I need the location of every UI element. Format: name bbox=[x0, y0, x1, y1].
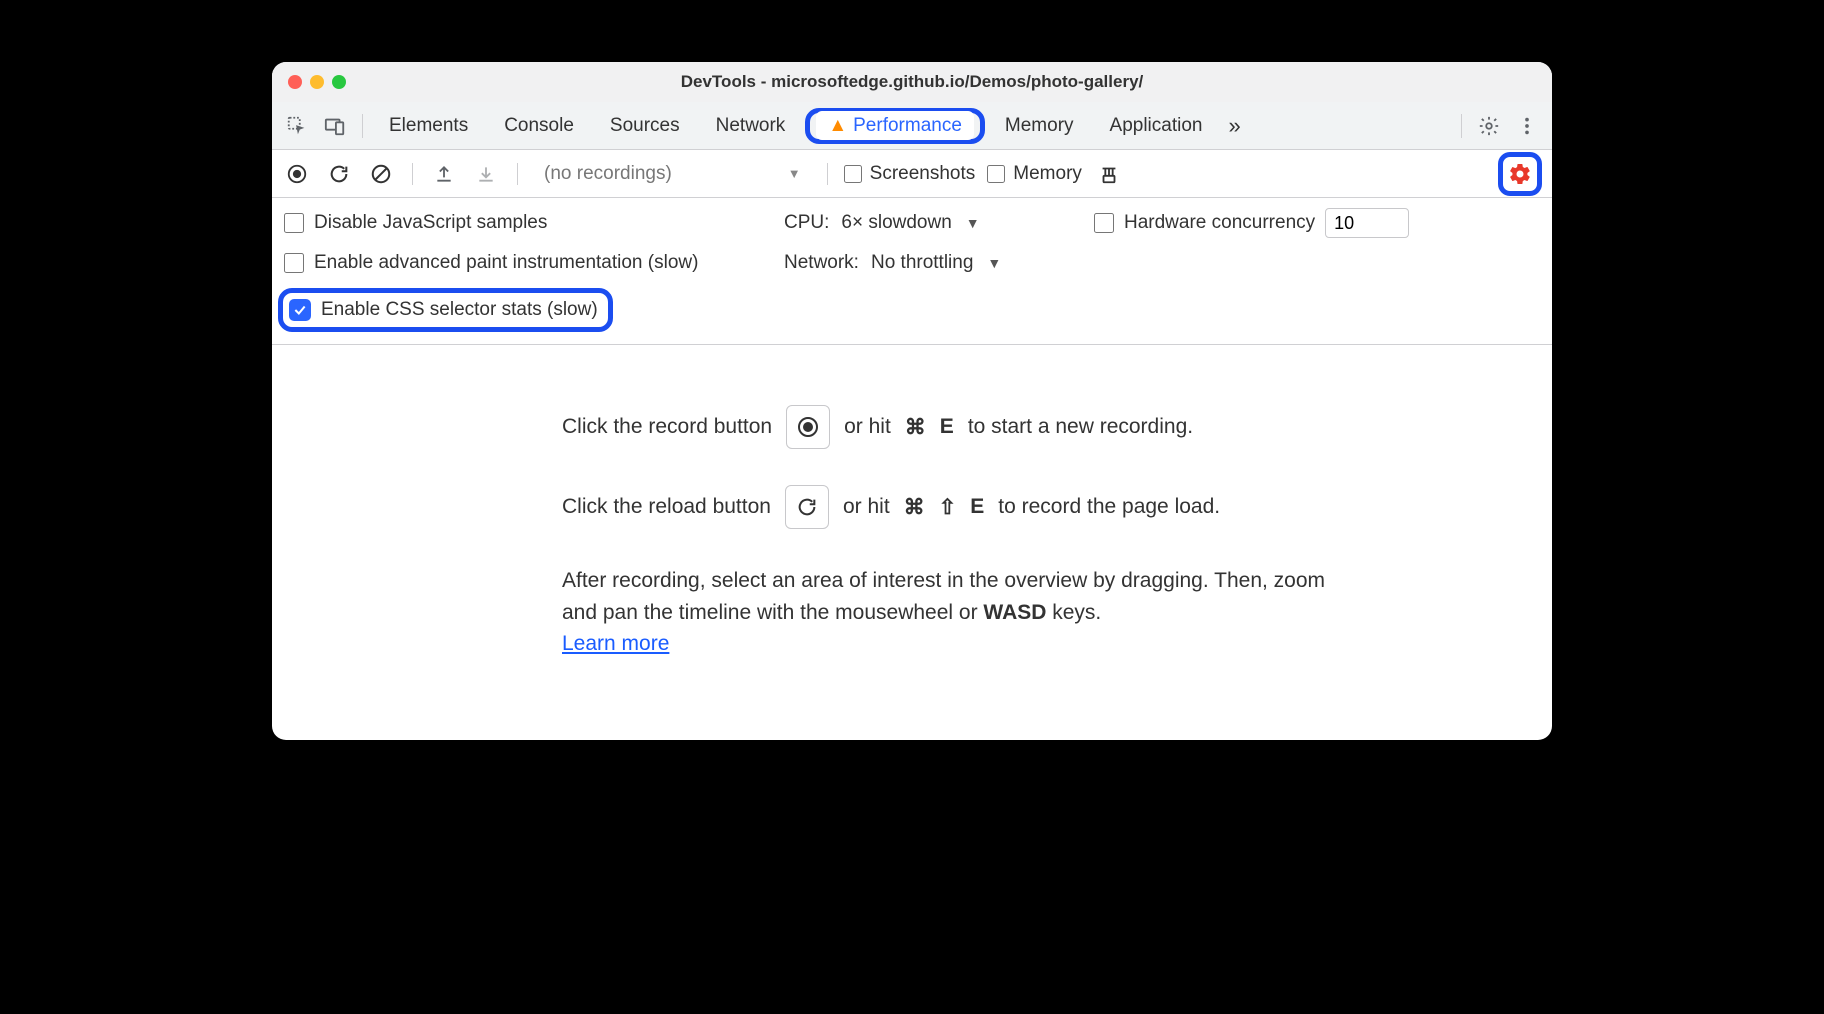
collect-garbage-icon[interactable] bbox=[1094, 159, 1124, 189]
key-e: E bbox=[940, 415, 954, 439]
wasd-bold: WASD bbox=[983, 601, 1046, 624]
landing-text: to record the page load. bbox=[998, 495, 1220, 519]
hw-label: Hardware concurrency bbox=[1124, 212, 1315, 234]
landing-text: Click the record button bbox=[562, 415, 772, 439]
tab-application[interactable]: Application bbox=[1094, 109, 1219, 143]
upload-icon[interactable] bbox=[429, 159, 459, 189]
performance-toolbar: (no recordings) ▼ Screenshots Memory bbox=[272, 150, 1552, 198]
tab-sources[interactable]: Sources bbox=[594, 109, 696, 143]
key-cmd: ⌘ bbox=[905, 415, 926, 440]
key-shift: ⇧ bbox=[939, 495, 957, 520]
settings-icon[interactable] bbox=[1472, 109, 1506, 143]
separator bbox=[827, 163, 828, 185]
landing-text: Click the reload button bbox=[562, 495, 771, 519]
record-button-inline-icon[interactable] bbox=[786, 405, 830, 449]
screenshots-checkbox-input[interactable] bbox=[844, 165, 862, 183]
recordings-placeholder: (no recordings) bbox=[544, 163, 672, 185]
highlight-performance-tab: ▲ Performance bbox=[805, 108, 985, 144]
reload-button-inline-icon[interactable] bbox=[785, 485, 829, 529]
advanced-paint-option[interactable]: Enable advanced paint instrumentation (s… bbox=[284, 252, 784, 274]
learn-more-link[interactable]: Learn more bbox=[562, 632, 669, 655]
tab-network[interactable]: Network bbox=[700, 109, 802, 143]
landing-text: keys. bbox=[1046, 601, 1101, 624]
device-toolbar-icon[interactable] bbox=[318, 109, 352, 143]
landing-paragraph: After recording, select an area of inter… bbox=[562, 565, 1362, 660]
cpu-throttle-select[interactable]: CPU: 6× slowdown ▼ bbox=[784, 208, 1094, 238]
more-menu-icon[interactable] bbox=[1510, 109, 1544, 143]
cpu-value: 6× slowdown bbox=[841, 212, 951, 234]
clear-button[interactable] bbox=[366, 159, 396, 189]
chevron-down-icon: ▼ bbox=[966, 215, 980, 231]
titlebar: DevTools - microsoftedge.github.io/Demos… bbox=[272, 62, 1552, 102]
window-title: DevTools - microsoftedge.github.io/Demos… bbox=[272, 72, 1552, 92]
chevron-down-icon: ▼ bbox=[987, 255, 1001, 271]
tabbar: Elements Console Sources Network ▲ Perfor… bbox=[272, 102, 1552, 150]
record-button[interactable] bbox=[282, 159, 312, 189]
disable-js-option[interactable]: Disable JavaScript samples bbox=[284, 208, 784, 238]
hw-checkbox[interactable] bbox=[1094, 213, 1114, 233]
network-value: No throttling bbox=[871, 252, 973, 274]
warning-icon: ▲ bbox=[828, 115, 847, 136]
landing-text: or hit bbox=[844, 415, 891, 439]
adv-paint-checkbox[interactable] bbox=[284, 253, 304, 273]
tab-console[interactable]: Console bbox=[488, 109, 590, 143]
memory-checkbox[interactable]: Memory bbox=[987, 163, 1082, 185]
network-label: Network: bbox=[784, 252, 859, 274]
key-cmd: ⌘ bbox=[904, 495, 925, 520]
inspect-element-icon[interactable] bbox=[280, 109, 314, 143]
adv-paint-label: Enable advanced paint instrumentation (s… bbox=[314, 252, 698, 274]
recordings-dropdown[interactable]: (no recordings) ▼ bbox=[534, 159, 811, 189]
landing-text: to start a new recording. bbox=[968, 415, 1193, 439]
reload-button[interactable] bbox=[324, 159, 354, 189]
capture-settings-panel: Disable JavaScript samples CPU: 6× slowd… bbox=[272, 198, 1552, 345]
css-stats-label: Enable CSS selector stats (slow) bbox=[321, 299, 598, 321]
key-e: E bbox=[970, 495, 984, 519]
tab-memory[interactable]: Memory bbox=[989, 109, 1090, 143]
separator bbox=[517, 163, 518, 185]
disable-js-label: Disable JavaScript samples bbox=[314, 212, 547, 234]
highlight-css-selector-stats: Enable CSS selector stats (slow) bbox=[278, 288, 613, 332]
performance-landing: Click the record button or hit ⌘ E to st… bbox=[272, 345, 1552, 740]
devtools-window: DevTools - microsoftedge.github.io/Demos… bbox=[272, 62, 1552, 740]
cpu-label: CPU: bbox=[784, 212, 829, 234]
download-icon[interactable] bbox=[471, 159, 501, 189]
hardware-concurrency-option[interactable]: Hardware concurrency bbox=[1094, 208, 1552, 238]
separator bbox=[412, 163, 413, 185]
css-stats-checkbox[interactable] bbox=[289, 299, 311, 321]
screenshots-label: Screenshots bbox=[870, 163, 976, 185]
separator bbox=[362, 114, 363, 138]
capture-settings-icon[interactable] bbox=[1505, 159, 1535, 189]
tabs-overflow-button[interactable]: » bbox=[1222, 109, 1246, 143]
memory-checkbox-input[interactable] bbox=[987, 165, 1005, 183]
tab-performance-label: Performance bbox=[853, 115, 962, 136]
hw-input[interactable] bbox=[1325, 208, 1409, 238]
landing-text: or hit bbox=[843, 495, 890, 519]
tab-performance[interactable]: ▲ Performance bbox=[816, 111, 974, 140]
separator bbox=[1461, 114, 1462, 138]
disable-js-checkbox[interactable] bbox=[284, 213, 304, 233]
landing-text: After recording, select an area of inter… bbox=[562, 569, 1325, 624]
screenshots-checkbox[interactable]: Screenshots bbox=[844, 163, 976, 185]
chevron-down-icon: ▼ bbox=[788, 166, 801, 181]
memory-label: Memory bbox=[1013, 163, 1082, 185]
tab-elements[interactable]: Elements bbox=[373, 109, 484, 143]
highlight-capture-settings bbox=[1498, 152, 1542, 196]
network-throttle-select[interactable]: Network: No throttling ▼ bbox=[784, 252, 1094, 274]
